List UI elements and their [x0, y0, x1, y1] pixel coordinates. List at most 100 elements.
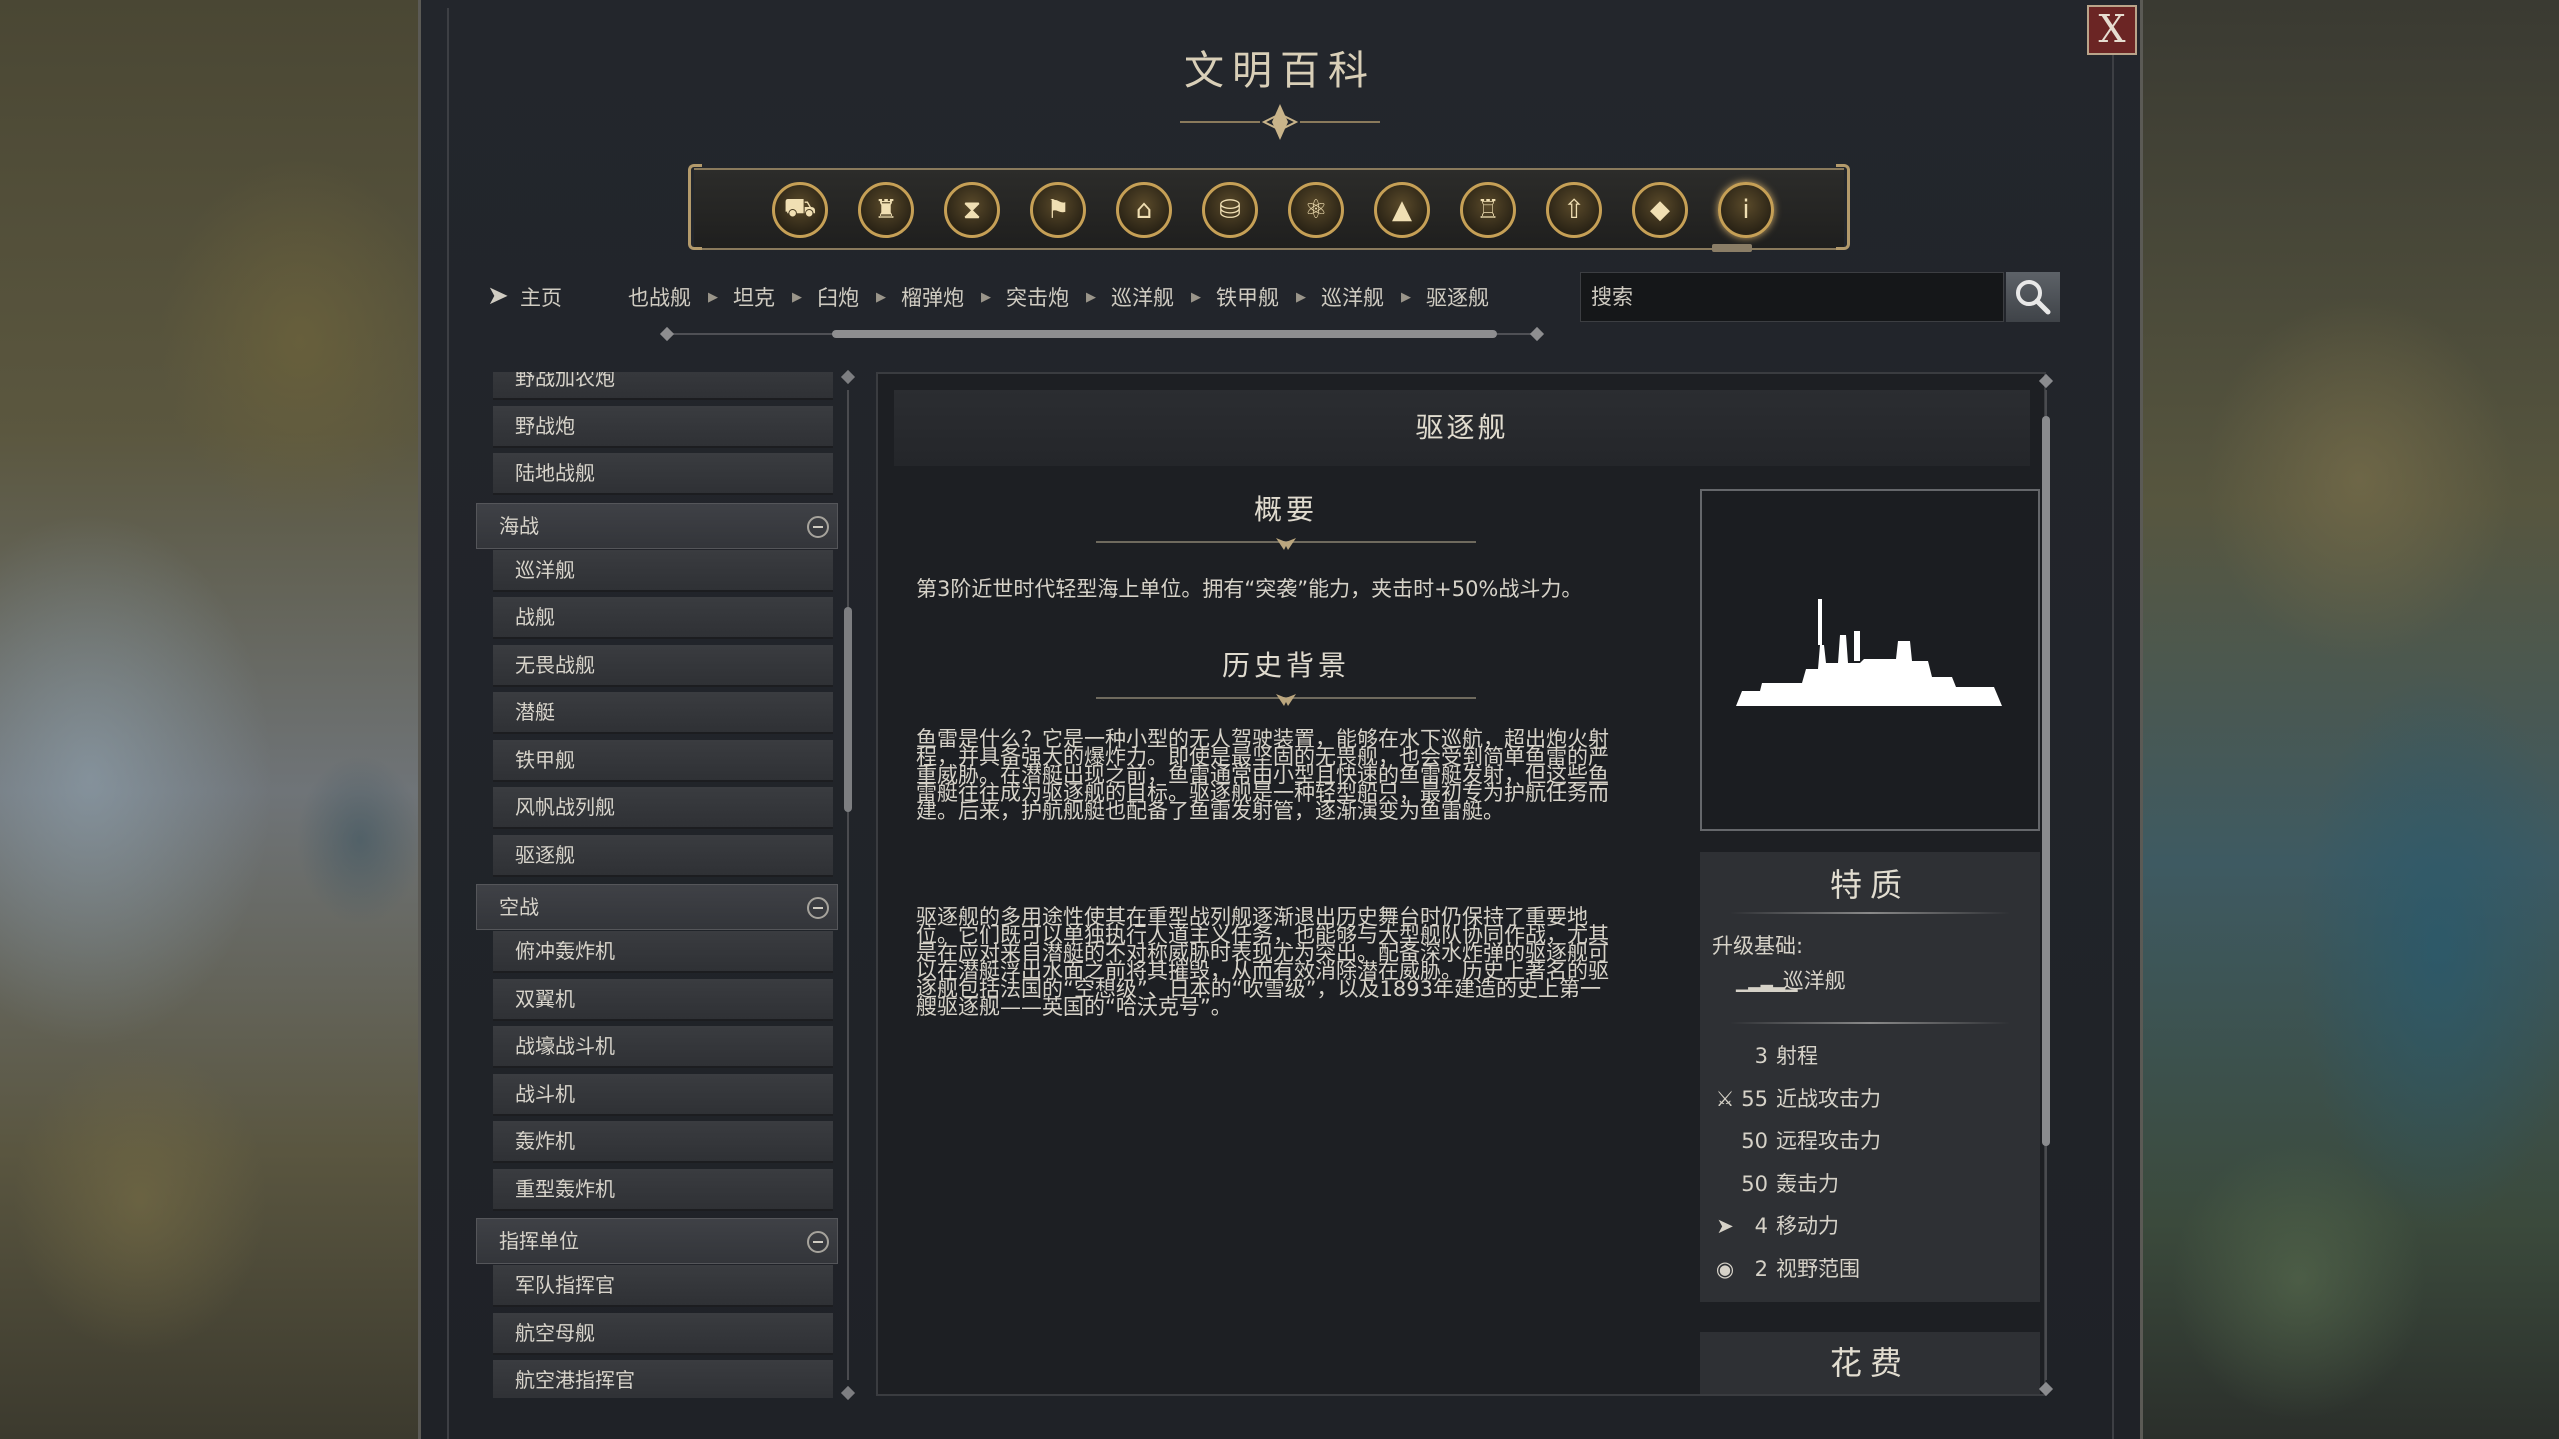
stat-row: 3 射程 — [1712, 1040, 2032, 1070]
info-icon[interactable]: i — [1718, 182, 1774, 238]
article-scroll-thumb[interactable] — [2042, 416, 2050, 1146]
list-item[interactable]: 航空港指挥官 — [493, 1360, 833, 1398]
breadcrumb-item[interactable]: 臼炮 — [817, 282, 859, 312]
units-icon[interactable]: ⛟ — [772, 182, 828, 238]
list-scroll-bottom-cap — [840, 1385, 856, 1401]
close-button[interactable]: X — [2087, 5, 2137, 55]
breadcrumb-separator-icon: ▶ — [1191, 289, 1201, 305]
list-scrollbar[interactable] — [840, 369, 856, 1401]
list-item[interactable]: 战斗机 — [493, 1073, 833, 1116]
article-title: 驱逐舰 — [894, 390, 2030, 466]
list-item[interactable]: 野战加农炮 — [493, 372, 833, 400]
terrain-icon[interactable]: ▲ — [1374, 182, 1430, 238]
stat-row: ◉ 2 视野范围 — [1712, 1253, 2032, 1283]
collapse-icon[interactable] — [807, 897, 829, 919]
concepts-icon[interactable]: ◆ — [1632, 182, 1688, 238]
resources-icon[interactable]: ⛁ — [1202, 182, 1258, 238]
stat-value: 4 — [1754, 1214, 1768, 1238]
list-group-header[interactable]: 海战 — [476, 502, 838, 549]
back-arrow-icon[interactable]: ➤ — [487, 281, 509, 311]
history-divider — [1096, 694, 1476, 706]
technology-icon[interactable]: ⚛ — [1288, 182, 1344, 238]
breadcrumb-item[interactable]: 铁甲舰 — [1216, 282, 1279, 312]
history-heading: 历史背景 — [1221, 649, 1350, 682]
stat-label: 轰击力 — [1776, 1171, 1839, 1196]
list-item[interactable]: 巡洋舰 — [493, 549, 833, 592]
list-item[interactable]: 航空母舰 — [493, 1312, 833, 1355]
breadcrumb-separator-icon: ▶ — [1401, 289, 1411, 305]
list-item[interactable]: 风帆战列舰 — [493, 787, 833, 829]
unit-portrait — [1700, 489, 2040, 831]
breadcrumb-item[interactable]: 也战舰 — [628, 282, 691, 312]
breadcrumb-scrollbar[interactable] — [659, 326, 1545, 342]
list-item[interactable]: 陆地战舰 — [493, 453, 833, 495]
list-group-header[interactable]: 空战 — [476, 884, 838, 930]
list-item[interactable]: 战舰 — [493, 597, 833, 639]
stat-label: 视野范围 — [1776, 1256, 1860, 1281]
list-item[interactable]: 重型轰炸机 — [493, 1168, 833, 1211]
districts-icon[interactable]: ⌂ — [1116, 182, 1172, 238]
list-item[interactable]: 双翼机 — [493, 978, 833, 1021]
breadcrumb-separator-icon: ▶ — [981, 289, 991, 305]
list-group-label: 指挥单位 — [499, 1229, 579, 1253]
list-scroll-thumb[interactable] — [844, 607, 852, 812]
breadcrumb-scroll-thumb[interactable] — [832, 330, 1497, 338]
overview-divider — [1096, 538, 1476, 550]
category-bar: ⛟ ♜ ⧗ ⚑ ⌂ ⛁ ⚛ ▲ ♖ ⇧ ◆ i — [688, 164, 1850, 250]
list-item[interactable]: 驱逐舰 — [493, 834, 833, 877]
breadcrumb-separator-icon: ▶ — [1086, 289, 1096, 305]
window-title: 文明百科 — [1184, 48, 1376, 94]
breadcrumb-item[interactable]: 巡洋舰 — [1111, 282, 1174, 312]
stat-value: 55 — [1741, 1086, 1768, 1111]
stat-row: ➤ 4 移动力 — [1712, 1210, 2032, 1240]
collapse-icon[interactable] — [807, 515, 829, 538]
list-item[interactable]: 俯冲轰炸机 — [493, 931, 833, 973]
breadcrumb-item[interactable]: 坦克 — [733, 282, 775, 312]
overview-heading: 概要 — [1253, 493, 1318, 526]
list-group-header[interactable]: 指挥单位 — [476, 1218, 838, 1264]
breadcrumb: 也战舰 ▶ 坦克 ▶ 臼炮 ▶ 榴弹炮 ▶ 突击炮 ▶ 巡洋舰 ▶ 铁甲舰 ▶ 巡洋舰 ▶ 驱逐舰 — [628, 282, 1489, 312]
list-item[interactable]: 军队指挥官 — [493, 1265, 833, 1307]
breadcrumb-separator-icon: ▶ — [708, 289, 718, 305]
destroyer-silhouette-icon — [1736, 599, 2002, 706]
eras-icon[interactable]: ⧗ — [944, 182, 1000, 238]
article-scroll-top-cap — [2038, 373, 2054, 389]
category-bar-left-bracket — [688, 164, 702, 250]
breadcrumb-item[interactable]: 榴弹炮 — [901, 282, 964, 312]
breadcrumb-separator-icon: ▶ — [792, 289, 802, 305]
search-input[interactable] — [1580, 272, 2004, 322]
stat-value: 50 — [1741, 1171, 1768, 1196]
list-item[interactable]: 潜艇 — [493, 692, 833, 734]
stat-value: 50 — [1741, 1129, 1768, 1153]
stat-row: 50 轰击力 — [1712, 1168, 2032, 1198]
upgrade-base-label: 升级基础: — [1712, 934, 1804, 958]
list-group-label: 空战 — [499, 895, 539, 919]
stat-label: 移动力 — [1776, 1214, 1839, 1238]
upgrade-base-link[interactable]: ▁▂▃▂▁ 巡洋舰 — [1736, 965, 1846, 995]
eye-icon: ◉ — [1715, 1256, 1735, 1281]
collapse-icon[interactable] — [807, 1231, 829, 1253]
list-item[interactable]: 轰炸机 — [493, 1121, 833, 1163]
title-ornament — [1180, 104, 1380, 140]
breadcrumb-item[interactable]: 突击炮 — [1006, 282, 1069, 312]
sword-icon: ⚔ — [1715, 1086, 1735, 1111]
governments-icon[interactable]: ⚑ — [1030, 182, 1086, 238]
stat-value: 3 — [1754, 1044, 1768, 1068]
list-scroll-track — [847, 390, 849, 1380]
wonders-icon[interactable]: ♖ — [1460, 182, 1516, 238]
list-item[interactable]: 野战炮 — [493, 405, 833, 448]
breadcrumb-separator-icon: ▶ — [876, 289, 886, 305]
breadcrumb-item[interactable]: 驱逐舰 — [1426, 282, 1489, 312]
breadcrumb-item[interactable]: 巡洋舰 — [1321, 282, 1384, 312]
list-item[interactable]: 无畏战舰 — [493, 644, 833, 687]
buildings-icon[interactable]: ♜ — [858, 182, 914, 238]
list-item[interactable]: 铁甲舰 — [493, 739, 833, 782]
traits-divider — [1730, 912, 2010, 914]
home-link[interactable]: 主页 — [520, 282, 562, 312]
stat-value: 2 — [1754, 1256, 1768, 1281]
article-scrollbar[interactable] — [2038, 373, 2054, 1397]
home-label: 主页 — [520, 286, 562, 310]
list-item[interactable]: 战壕战斗机 — [493, 1026, 833, 1068]
promotions-icon[interactable]: ⇧ — [1546, 182, 1602, 238]
search-button[interactable] — [2006, 272, 2060, 322]
